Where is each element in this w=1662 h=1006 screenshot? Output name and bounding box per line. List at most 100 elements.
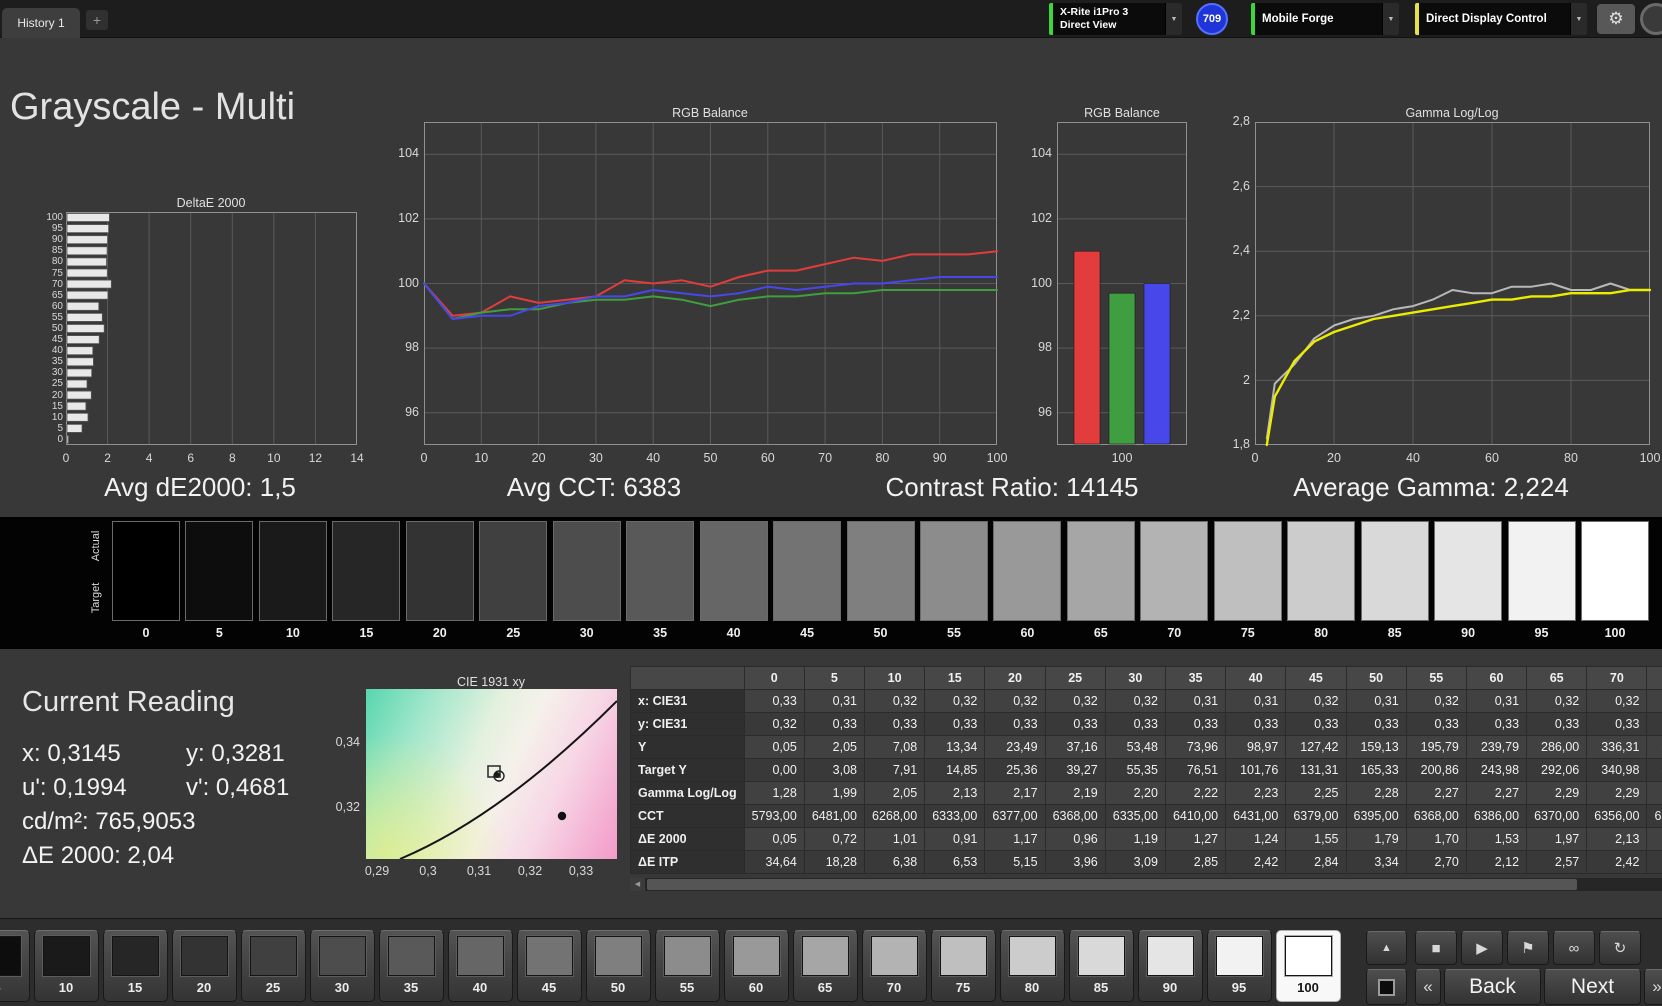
table-cell: 0,33 xyxy=(1346,713,1406,736)
sample-button-85[interactable]: 85 xyxy=(1069,930,1134,1002)
table-cell: 0,32 xyxy=(1406,690,1466,713)
display-control-dropdown[interactable]: Direct Display Control ▼ xyxy=(1415,3,1587,35)
sample-button-40[interactable]: 40 xyxy=(448,930,513,1002)
scroll-left-arrow[interactable]: ◀ xyxy=(630,878,645,891)
meter-dropdown[interactable]: X-Rite i1Pro 3 Direct View ▼ xyxy=(1049,3,1182,35)
sample-button-55[interactable]: 55 xyxy=(655,930,720,1002)
next-button[interactable]: Next xyxy=(1544,969,1641,1005)
table-cell: 1,01 xyxy=(865,828,925,851)
rec709-badge[interactable]: 709 xyxy=(1196,3,1228,35)
sample-button-100[interactable]: 100 xyxy=(1276,930,1341,1002)
sample-swatch xyxy=(1078,936,1125,976)
back-page-button[interactable]: « xyxy=(1415,969,1441,1005)
table-cell: 0,31 xyxy=(1466,690,1526,713)
sample-button-90[interactable]: 90 xyxy=(1138,930,1203,1002)
actual-row-label: Actual xyxy=(90,524,104,568)
table-cell: 1,55 xyxy=(1286,828,1346,851)
sample-label: 45 xyxy=(518,980,581,995)
table-cell: 394,42 xyxy=(1647,736,1662,759)
sample-button-25[interactable]: 25 xyxy=(241,930,306,1002)
table-column-header: 0 xyxy=(744,667,804,690)
sample-button-45[interactable]: 45 xyxy=(517,930,582,1002)
table-column-header: 30 xyxy=(1105,667,1165,690)
table-cell: 0,05 xyxy=(744,828,804,851)
de-bar xyxy=(67,413,88,421)
de-bar xyxy=(67,247,107,255)
sample-button-65[interactable]: 65 xyxy=(793,930,858,1002)
settings-button[interactable]: ⚙ xyxy=(1597,4,1635,34)
status-circle-icon[interactable] xyxy=(1640,3,1662,35)
sample-button-60[interactable]: 60 xyxy=(724,930,789,1002)
next-button-label: Next xyxy=(1571,975,1614,999)
meter-dropdown-label: X-Rite i1Pro 3 Direct View xyxy=(1053,3,1165,35)
sample-button-75[interactable]: 75 xyxy=(931,930,996,1002)
axis-tick: 75 xyxy=(13,268,63,279)
table-cell: 2,57 xyxy=(1527,851,1587,874)
table-cell: 0,32 xyxy=(1527,690,1587,713)
sample-button-50[interactable]: 50 xyxy=(586,930,651,1002)
table-cell: 14,85 xyxy=(925,759,985,782)
table-column-header: 5 xyxy=(804,667,864,690)
table-cell: 6370,00 xyxy=(1527,805,1587,828)
grayscale-swatch-60 xyxy=(993,521,1061,621)
axis-tick: 10 xyxy=(13,412,63,423)
sample-button-35[interactable]: 35 xyxy=(379,930,444,1002)
pattern-window-button[interactable] xyxy=(1366,969,1407,1005)
swatch-label-25: 25 xyxy=(479,626,547,640)
sample-button-5[interactable]: 5 xyxy=(0,930,30,1002)
stop-button[interactable]: ■ xyxy=(1415,931,1457,965)
sample-button-70[interactable]: 70 xyxy=(862,930,927,1002)
play-button[interactable]: ▶ xyxy=(1461,931,1503,965)
sample-button-15[interactable]: 15 xyxy=(103,930,168,1002)
swatch-label-40: 40 xyxy=(700,626,768,640)
swatch-label-95: 95 xyxy=(1508,626,1576,640)
sample-button-80[interactable]: 80 xyxy=(1000,930,1065,1002)
table-cell: 53,48 xyxy=(1105,736,1165,759)
sample-button-95[interactable]: 95 xyxy=(1207,930,1272,1002)
up-arrow-icon: ▲ xyxy=(1381,942,1392,954)
scroll-up-button[interactable]: ▲ xyxy=(1366,931,1407,965)
axis-tick: 0 xyxy=(1215,451,1295,465)
table-cell: 5,15 xyxy=(985,851,1045,874)
table-cell: 6395,00 xyxy=(1346,805,1406,828)
continuous-button[interactable]: ∞ xyxy=(1553,931,1595,965)
axis-tick: 70 xyxy=(13,279,63,290)
next-page-button[interactable]: » xyxy=(1644,969,1662,1005)
table-cell: 1,24 xyxy=(1226,828,1286,851)
table-row: ΔE ITP34,6418,286,386,535,153,963,092,85… xyxy=(631,851,1662,874)
source-dropdown[interactable]: Mobile Forge ▼ xyxy=(1251,3,1399,35)
table-cell: 13,34 xyxy=(925,736,985,759)
scrollbar-thumb[interactable] xyxy=(647,879,1577,890)
de-bar xyxy=(67,358,93,366)
sample-label: 95 xyxy=(1208,980,1271,995)
table-cell: 0,33 xyxy=(1286,713,1346,736)
loop-button[interactable]: ↻ xyxy=(1599,931,1641,965)
sample-swatch xyxy=(1009,936,1056,976)
sample-swatch xyxy=(1216,936,1263,976)
sample-label: 40 xyxy=(449,980,512,995)
table-cell: 0,96 xyxy=(1045,828,1105,851)
sample-button-10[interactable]: 10 xyxy=(34,930,99,1002)
axis-tick: 96 xyxy=(369,406,419,420)
tab-history-1[interactable]: History 1 xyxy=(2,8,80,38)
reading-u: u': 0,1994 xyxy=(22,774,127,802)
plot-border xyxy=(67,213,357,445)
table-column-header: 55 xyxy=(1406,667,1466,690)
stop-icon: ■ xyxy=(1431,940,1440,957)
table-cell: 0,33 xyxy=(1466,713,1526,736)
table-cell: 243,98 xyxy=(1466,759,1526,782)
table-column-header: 20 xyxy=(985,667,1045,690)
sample-button-20[interactable]: 20 xyxy=(172,930,237,1002)
flag-button[interactable]: ⚑ xyxy=(1507,931,1549,965)
grayscale-swatch-15 xyxy=(332,521,400,621)
table-cell: 2,20 xyxy=(1105,782,1165,805)
table-horizontal-scrollbar[interactable]: ◀ xyxy=(630,878,1662,891)
sample-button-30[interactable]: 30 xyxy=(310,930,375,1002)
sample-label: 20 xyxy=(173,980,236,995)
table-cell: 1,70 xyxy=(1406,828,1466,851)
back-button[interactable]: Back xyxy=(1444,969,1541,1005)
add-tab-button[interactable]: + xyxy=(86,10,108,30)
axis-tick: 5 xyxy=(13,423,63,434)
table-cell: 2,05 xyxy=(865,782,925,805)
table-cell: 6,38 xyxy=(865,851,925,874)
